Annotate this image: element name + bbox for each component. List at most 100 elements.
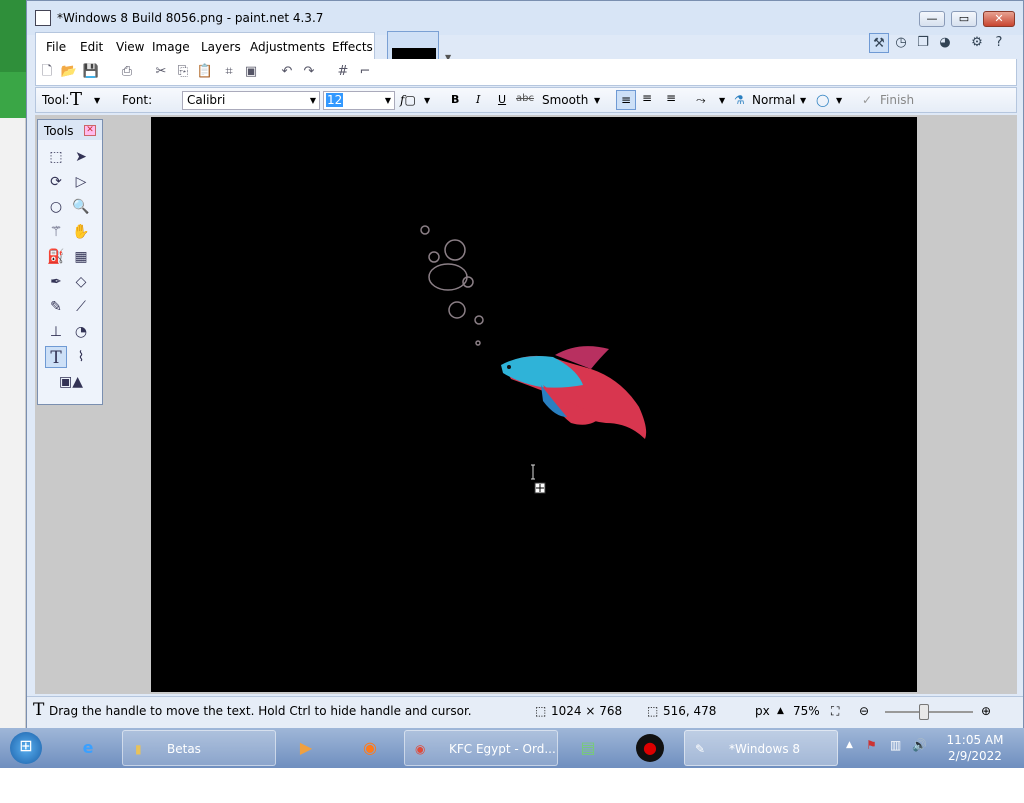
maximize-button[interactable]: ▭ [951,11,977,27]
title-bar[interactable]: *Windows 8 Build 8056.png - paint.net 4.… [27,1,1023,35]
zoom-out-icon[interactable]: ⊖ [859,704,869,718]
units-up-icon[interactable]: ▲ [777,706,784,716]
text-tool-icon[interactable]: T [45,346,67,368]
chevron-down-icon[interactable]: ▼ [594,96,600,105]
taskbar-item-paint-net[interactable]: ✎ *Windows 8 Buil... [684,730,838,792]
deselect-icon[interactable]: ▣ [242,63,260,81]
line-curve-icon[interactable]: ⌇ [70,346,92,368]
task-manager-icon[interactable]: ▤ [574,734,602,762]
menu-adjustments[interactable]: Adjustments [250,40,325,54]
rectangle-select-icon[interactable]: ⬚ [45,146,67,168]
chevron-down-icon[interactable]: ▼ [424,96,430,105]
taskbar-item-betas[interactable]: ▮ Betas [122,730,276,766]
colors-icon[interactable]: ◕ [935,33,955,53]
chevron-down-icon[interactable]: ▼ [719,96,725,105]
menu-layers[interactable]: Layers [201,40,241,54]
tool-dropdown-icon[interactable]: ▼ [94,96,100,105]
system-clock[interactable]: 11:05 AM 2/9/2022 [930,732,1020,764]
move-selected-icon[interactable]: ➤ [70,146,92,168]
image-size: 1024 × 768 [551,704,623,718]
copy-icon[interactable]: ⎘ [174,63,192,81]
menu-edit[interactable]: Edit [80,40,103,54]
antialias-icon[interactable]: ◯ [816,93,829,107]
color-picker-icon[interactable]: ⟋ [70,296,92,318]
magic-wand-icon[interactable]: ⚚ [45,221,67,243]
text-tool-icon[interactable]: T [70,89,82,110]
rulers-icon[interactable]: ⌐ [356,63,374,81]
zoom-value[interactable]: 75% [793,704,820,718]
shapes-icon[interactable]: ▣▲ [54,371,88,393]
recolor-icon[interactable]: ◔ [70,321,92,343]
paint-bucket-icon[interactable]: ⛽ [45,246,67,268]
selection-mode-icon[interactable]: ⤳ [696,93,706,108]
menu-effects[interactable]: Effects [332,40,373,54]
chevron-down-icon[interactable]: ▼ [836,96,842,105]
antialias-select[interactable]: Smooth [542,93,588,107]
italic-button[interactable]: I [476,93,480,106]
menu-view[interactable]: View [116,40,144,54]
internet-explorer-icon[interactable]: e [74,734,102,762]
finish-button[interactable]: Finish [880,93,914,107]
bold-button[interactable]: B [451,93,459,106]
zoom-to-window-icon[interactable]: ⛶ [831,704,839,719]
strikethrough-button[interactable]: abc [516,93,534,104]
network-icon[interactable]: ▥ [890,738,901,752]
align-left-icon[interactable]: ≡ [616,90,636,110]
print-icon[interactable]: ⎙ [118,63,136,81]
zoom-in-icon[interactable]: ⊕ [981,704,991,718]
action-center-icon[interactable]: ⚑ [866,738,877,752]
grid-icon[interactable]: # [334,63,352,81]
bubble [428,251,440,263]
undo-icon[interactable]: ↶ [278,63,296,81]
move-selection-icon[interactable]: ▷ [70,171,92,193]
media-player-icon[interactable]: ▶ [292,734,320,762]
new-icon[interactable]: 🗋 [38,63,56,81]
eraser-icon[interactable]: ◇ [70,271,92,293]
zoom-slider-thumb[interactable] [919,704,929,720]
layers-icon[interactable]: ❐ [913,33,933,53]
help-icon[interactable]: ? [989,33,1009,53]
show-hidden-icons-icon[interactable]: ▲ [846,740,853,750]
chevron-down-icon[interactable]: ▼ [800,96,806,105]
close-button[interactable]: ✕ [983,11,1015,27]
lasso-select-icon[interactable]: ⟳ [45,171,67,193]
tools-window-close-button[interactable]: ✕ [84,125,96,136]
font-smoothing-icon[interactable]: f▢ [400,93,416,107]
tools-window-icon[interactable]: ⚒ [869,33,889,53]
paste-icon[interactable]: 📋 [196,63,214,81]
blend-mode-select[interactable]: Normal [752,93,795,107]
underline-button[interactable]: U [498,93,506,106]
cut-icon[interactable]: ✂ [152,63,170,81]
align-center-icon[interactable]: ≡ [642,91,652,105]
taskbar-label: KFC Egypt - Ord... [449,742,556,756]
settings-icon[interactable]: ⚙ [967,33,987,53]
gradient-icon[interactable]: ▦ [70,246,92,268]
font-size-select[interactable]: 12 ▼ [323,91,395,110]
align-right-icon[interactable]: ≡ [666,91,676,105]
zoom-slider-track[interactable] [885,711,973,713]
history-icon[interactable]: ◷ [891,33,911,53]
volume-icon[interactable]: 🔊 [912,738,927,752]
start-button[interactable]: ⊞ [10,732,42,764]
zoom-icon[interactable]: 🔍 [70,196,92,218]
clone-stamp-icon[interactable]: ⊥ [45,321,67,343]
redo-icon[interactable]: ↷ [300,63,318,81]
firefox-icon[interactable]: ◉ [356,734,384,762]
pencil-icon[interactable]: ✎ [45,296,67,318]
units-select[interactable]: px [755,704,770,718]
menu-file[interactable]: File [46,40,66,54]
record-icon[interactable]: ● [636,734,664,762]
font-select[interactable]: Calibri ▼ [182,91,320,110]
taskbar-item-chrome[interactable]: ◉ KFC Egypt - Ord... [404,730,558,766]
paintbrush-icon[interactable]: ✒ [45,271,67,293]
minimize-button[interactable]: — [919,11,945,27]
app-icon[interactable] [35,10,51,26]
crop-icon[interactable]: ⌗ [220,63,238,81]
save-icon[interactable]: 💾 [82,63,100,81]
image-canvas[interactable] [151,117,917,692]
menu-image[interactable]: Image [152,40,190,54]
ellipse-select-icon[interactable]: ○ [45,196,67,218]
pan-icon[interactable]: ✋ [70,221,92,243]
blend-mode-icon: ⚗ [734,93,745,107]
open-icon[interactable]: 📂 [60,63,78,81]
